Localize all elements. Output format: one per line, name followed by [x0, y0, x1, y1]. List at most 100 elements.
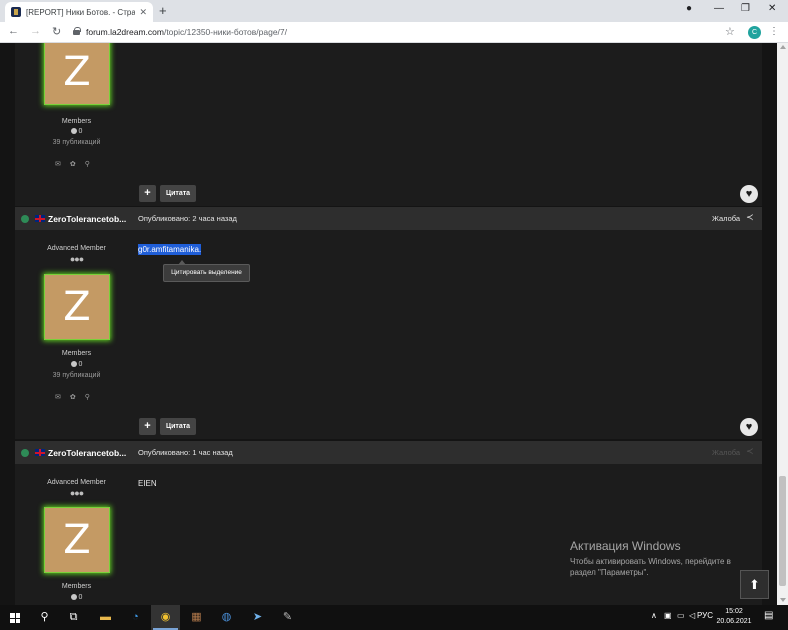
windows-activation-watermark: Активация Windows Чтобы активировать Win…	[570, 539, 731, 578]
volume-icon[interactable]: ◁	[689, 611, 695, 620]
like-heart-icon[interactable]: ♥	[740, 185, 758, 203]
post-username[interactable]: ZeroTolerancetob...	[48, 214, 126, 224]
user-avatar[interactable]: Z	[44, 43, 110, 105]
uk-flag-icon	[35, 215, 45, 222]
edge-icon[interactable]: ◔	[121, 605, 150, 630]
watermark-line-1: Чтобы активировать Windows, перейдите в	[570, 557, 731, 566]
tool-app-icon[interactable]: ✎	[273, 605, 302, 630]
bookmark-star-icon[interactable]: ☆	[725, 25, 735, 38]
user-publications: 39 публикаций	[52, 139, 101, 146]
back-button[interactable]: ←	[8, 25, 19, 37]
scroll-thumb[interactable]	[779, 476, 786, 586]
windows-start-icon[interactable]	[10, 613, 20, 623]
reputation-icon	[70, 594, 77, 600]
reputation-value: 0	[78, 361, 83, 368]
reputation-icon	[70, 128, 77, 134]
forum-page: Z Members 0 39 публикаций ✉ ✿ ⚲ + Цитата ♥…	[0, 43, 777, 605]
reputation-value: 0	[78, 594, 83, 601]
post-header: ZeroTolerancetob... Опубликовано: 2 часа…	[15, 207, 762, 230]
post-header: ZeroTolerancetob... Опубликовано: 1 час …	[15, 441, 762, 464]
report-link[interactable]: Жалоба	[712, 448, 740, 457]
share-icon[interactable]: ≺	[746, 212, 754, 223]
post-content[interactable]: g0r.amfitamanika.	[138, 244, 202, 255]
mail-icon[interactable]: ✉	[55, 161, 61, 168]
restore-button[interactable]: ❐	[741, 3, 750, 14]
post-username[interactable]: ZeroTolerancetob...	[48, 448, 126, 458]
multiquote-plus-button[interactable]: +	[139, 185, 156, 202]
scroll-down-icon[interactable]	[780, 598, 786, 602]
user-rank: Advanced Member	[47, 479, 106, 486]
user-reputation: 0	[15, 361, 138, 368]
settings-icon[interactable]: ✿	[70, 161, 76, 168]
post-content[interactable]: EIEN	[138, 479, 157, 488]
tray-chevron-icon[interactable]: ∧	[651, 611, 657, 620]
uk-flag-icon	[35, 449, 45, 456]
like-heart-icon[interactable]: ♥	[740, 418, 758, 436]
quote-selection-tooltip[interactable]: Цитировать выделение	[163, 260, 250, 282]
url-field[interactable]: forum.la2dream.com/topic/12350-ники-бото…	[86, 27, 287, 37]
search-icon[interactable]: ⚲	[85, 394, 90, 401]
user-avatar[interactable]: Z	[44, 274, 110, 340]
telegram-icon[interactable]: ➤	[243, 605, 272, 630]
notifications-icon[interactable]: ▤	[764, 610, 773, 621]
clock[interactable]: 15:02 20.06.2021	[716, 607, 752, 627]
file-explorer-icon[interactable]: ▬	[91, 605, 120, 630]
quote-button[interactable]: Цитата	[160, 418, 196, 435]
user-actions: ✉ ✿ ⚲	[55, 393, 99, 401]
url-path: /topic/12350-ники-ботов/page/7/	[163, 27, 288, 37]
multiquote-plus-button[interactable]: +	[139, 418, 156, 435]
clock-time: 15:02	[725, 608, 743, 615]
site-favicon-icon	[11, 7, 21, 17]
close-window-button[interactable]: ✕	[768, 3, 776, 14]
media-record-icon[interactable]: ●	[686, 3, 692, 14]
network-icon[interactable]: ▭	[677, 611, 685, 620]
language-indicator[interactable]: РУС	[697, 611, 713, 620]
page-scrollbar[interactable]	[777, 43, 788, 605]
browser-tab-bar: [REPORT] Ники Ботов. - Страни... ✕ + ● —…	[0, 0, 788, 22]
search-icon[interactable]: ⚲	[85, 161, 90, 168]
user-actions: ✉ ✿ ⚲	[55, 160, 99, 168]
profile-avatar[interactable]: C	[748, 26, 761, 39]
post-date[interactable]: Опубликовано: 2 часа назад	[138, 214, 237, 223]
clock-date: 20.06.2021	[716, 618, 752, 625]
chrome-icon[interactable]: ◉	[151, 605, 180, 630]
browser-menu-icon[interactable]: ⋮	[769, 26, 779, 37]
tab-close-icon[interactable]: ✕	[139, 7, 147, 18]
user-publications: 39 публикаций	[52, 372, 101, 379]
minimize-button[interactable]: —	[714, 3, 724, 14]
reload-button[interactable]: ↻	[52, 25, 61, 38]
search-icon[interactable]: ⚲	[30, 605, 59, 630]
watermark-line-2: раздел "Параметры".	[570, 568, 649, 577]
report-link[interactable]: Жалоба	[712, 214, 740, 223]
rank-dots: ●●●	[69, 254, 84, 264]
user-reputation: 0	[15, 594, 138, 601]
online-status-icon	[21, 215, 29, 223]
user-avatar[interactable]: Z	[44, 507, 110, 573]
task-view-icon[interactable]: ⧉	[59, 605, 88, 630]
forward-button[interactable]: →	[30, 25, 41, 37]
post-date[interactable]: Опубликовано: 1 час назад	[138, 448, 233, 457]
back-to-top-button[interactable]: ⬆	[740, 570, 769, 599]
new-tab-button[interactable]: +	[159, 3, 167, 18]
scroll-up-icon[interactable]	[780, 45, 786, 49]
camera-icon[interactable]: ▣	[664, 611, 672, 620]
settings-icon[interactable]: ✿	[70, 394, 76, 401]
rank-dots: ●●●	[69, 488, 84, 498]
reputation-value: 0	[78, 128, 83, 135]
selected-text[interactable]: g0r.amfitamanika.	[138, 244, 202, 255]
tab-title: [REPORT] Ники Ботов. - Страни...	[26, 7, 136, 17]
browser-tab[interactable]: [REPORT] Ники Ботов. - Страни... ✕	[5, 2, 153, 22]
game-launcher-icon[interactable]: ▦	[182, 605, 211, 630]
share-icon[interactable]: ≺	[746, 446, 754, 457]
user-group: Members	[61, 350, 92, 357]
app-circle-icon[interactable]: ◍	[212, 605, 241, 630]
mail-icon[interactable]: ✉	[55, 394, 61, 401]
address-toolbar: ← → ↻ forum.la2dream.com/topic/12350-ник…	[0, 22, 788, 43]
lock-icon[interactable]	[73, 27, 81, 35]
reputation-icon	[70, 361, 77, 367]
windows-taskbar: ⚲ ⧉ ▬ ◔ ◉ ▦ ◍ ➤ ✎ ∧ ▣ ▭ ◁ РУС 15:02 20.0…	[0, 605, 788, 630]
user-group: Members	[61, 118, 92, 125]
quote-button[interactable]: Цитата	[160, 185, 196, 202]
url-host: forum.la2dream.com	[86, 27, 164, 37]
user-rank: Advanced Member	[47, 245, 106, 252]
